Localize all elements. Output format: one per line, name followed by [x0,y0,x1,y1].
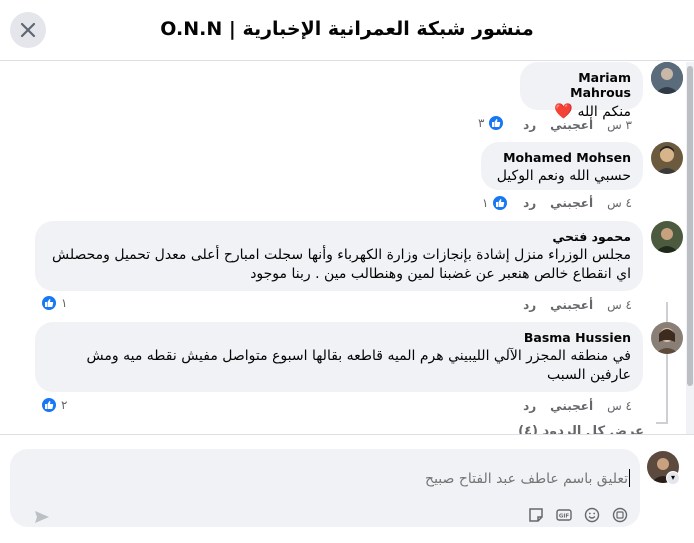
comment-bubble: Basma Hussien في منطقه المجزر الآلي اللي… [35,322,643,392]
comment-bubble: Mohamed Mohsen حسبي الله ونعم الوكيل [481,142,643,190]
comment-actions: ٤ س أعجبني رد [523,399,632,413]
comment-text: مجلس الوزراء منزل إشادة بإنجازات وزارة ا… [51,247,631,282]
thread-line [656,422,668,424]
avatar[interactable] [651,221,683,253]
like-icon [491,194,510,212]
like-icon [40,294,58,312]
comment-author[interactable]: Basma Hussien [47,330,631,345]
text-cursor [629,469,630,487]
composer-tools: GIF [528,507,628,523]
avatar[interactable] [651,322,683,354]
reaction-number: ١ [61,296,68,310]
comment-actions: ٤ س أعجبني رد [523,196,632,210]
like-icon [40,396,58,414]
reply-button[interactable]: رد [523,399,536,413]
comment-author[interactable]: محمود فتحي [47,229,631,244]
reaction-number: ٣ [478,116,485,130]
comment-author[interactable]: Mohamed Mohsen [493,150,631,165]
dialog-header: منشور شبكة العمرانية الإخبارية | O.N.N [0,0,694,61]
comment-text: في منطقه المجزر الآلي الليبيني هرم الميه… [86,348,631,383]
svg-text:GIF: GIF [559,514,570,520]
comment-time[interactable]: ٤ س [607,399,632,413]
gif-icon[interactable]: GIF [556,507,572,523]
reply-button[interactable]: رد [523,196,536,210]
comment-composer-area: ▾ GIF [0,434,694,543]
comments-list[interactable]: Mariam Mahrous منكم الله ❤️ ٣ س أعجبني ر… [0,62,694,434]
reaction-count[interactable]: ١ [482,194,510,212]
reaction-count[interactable]: ٣ [478,114,506,132]
reaction-number: ١ [482,196,489,210]
sticker-icon[interactable] [528,507,544,523]
chevron-down-icon[interactable]: ▾ [666,471,680,485]
comment-time[interactable]: ٣ س [607,118,632,132]
like-button[interactable]: أعجبني [550,298,593,312]
comment-time[interactable]: ٤ س [607,298,632,312]
reply-button[interactable]: رد [523,298,536,312]
comment-author[interactable]: Mariam Mahrous [532,70,631,100]
comment-time[interactable]: ٤ س [607,196,632,210]
view-all-replies-link[interactable]: عرض كل الردود (٤) [518,424,644,434]
page-title: منشور شبكة العمرانية الإخبارية | O.N.N [160,18,534,40]
comment-actions: ٤ س أعجبني رد [523,298,632,312]
reaction-number: ٢ [61,398,68,412]
comment-actions: ٣ س أعجبني رد [523,118,632,132]
camera-icon[interactable] [612,507,628,523]
send-icon[interactable] [34,509,50,528]
comment-text: حسبي الله ونعم الوكيل [496,168,631,184]
scrollbar-thumb[interactable] [687,66,693,386]
like-icon [487,114,506,132]
comment-bubble: محمود فتحي مجلس الوزراء منزل إشادة بإنجا… [35,221,643,291]
thread-line [666,302,668,424]
like-button[interactable]: أعجبني [550,118,593,132]
reaction-count[interactable]: ١ [40,294,67,312]
comment-composer: GIF [10,449,640,527]
reply-button[interactable]: رد [523,118,536,132]
comment-bubble: Mariam Mahrous منكم الله ❤️ [520,62,643,120]
comment-input[interactable] [68,471,628,487]
like-button[interactable]: أعجبني [550,196,593,210]
emoji-icon[interactable] [584,507,600,523]
like-button[interactable]: أعجبني [550,399,593,413]
reaction-count[interactable]: ٢ [40,396,67,414]
avatar[interactable] [651,62,683,94]
avatar[interactable] [651,142,683,174]
